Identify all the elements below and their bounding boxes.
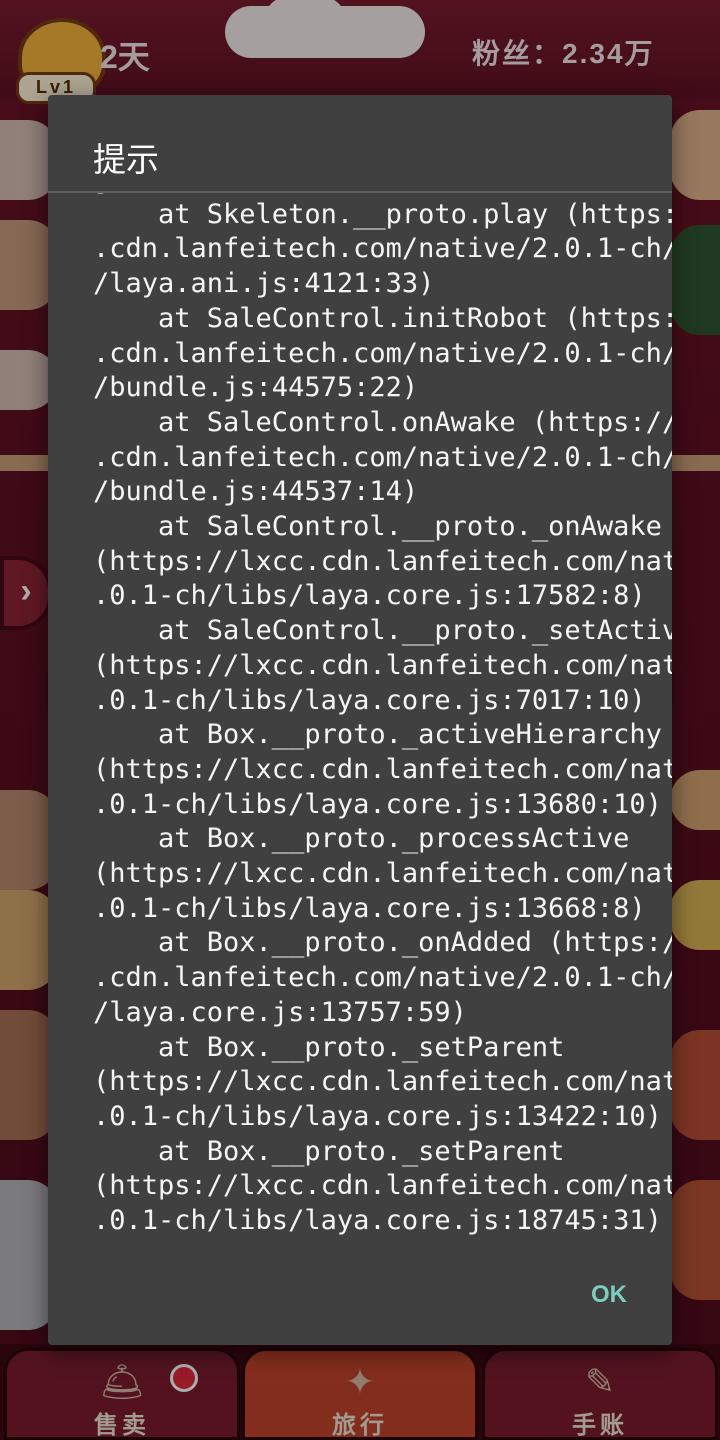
message-scroll-area[interactable]: getAnimationCount' of null at Skeleton._… [48, 193, 672, 1245]
ok-button[interactable]: OK [564, 1275, 654, 1315]
alert-dialog: 提示 getAnimationCount' of null at Skeleto… [48, 95, 672, 1345]
error-message: getAnimationCount' of null at Skeleton._… [93, 193, 672, 1237]
dialog-title: 提示 [93, 141, 159, 178]
